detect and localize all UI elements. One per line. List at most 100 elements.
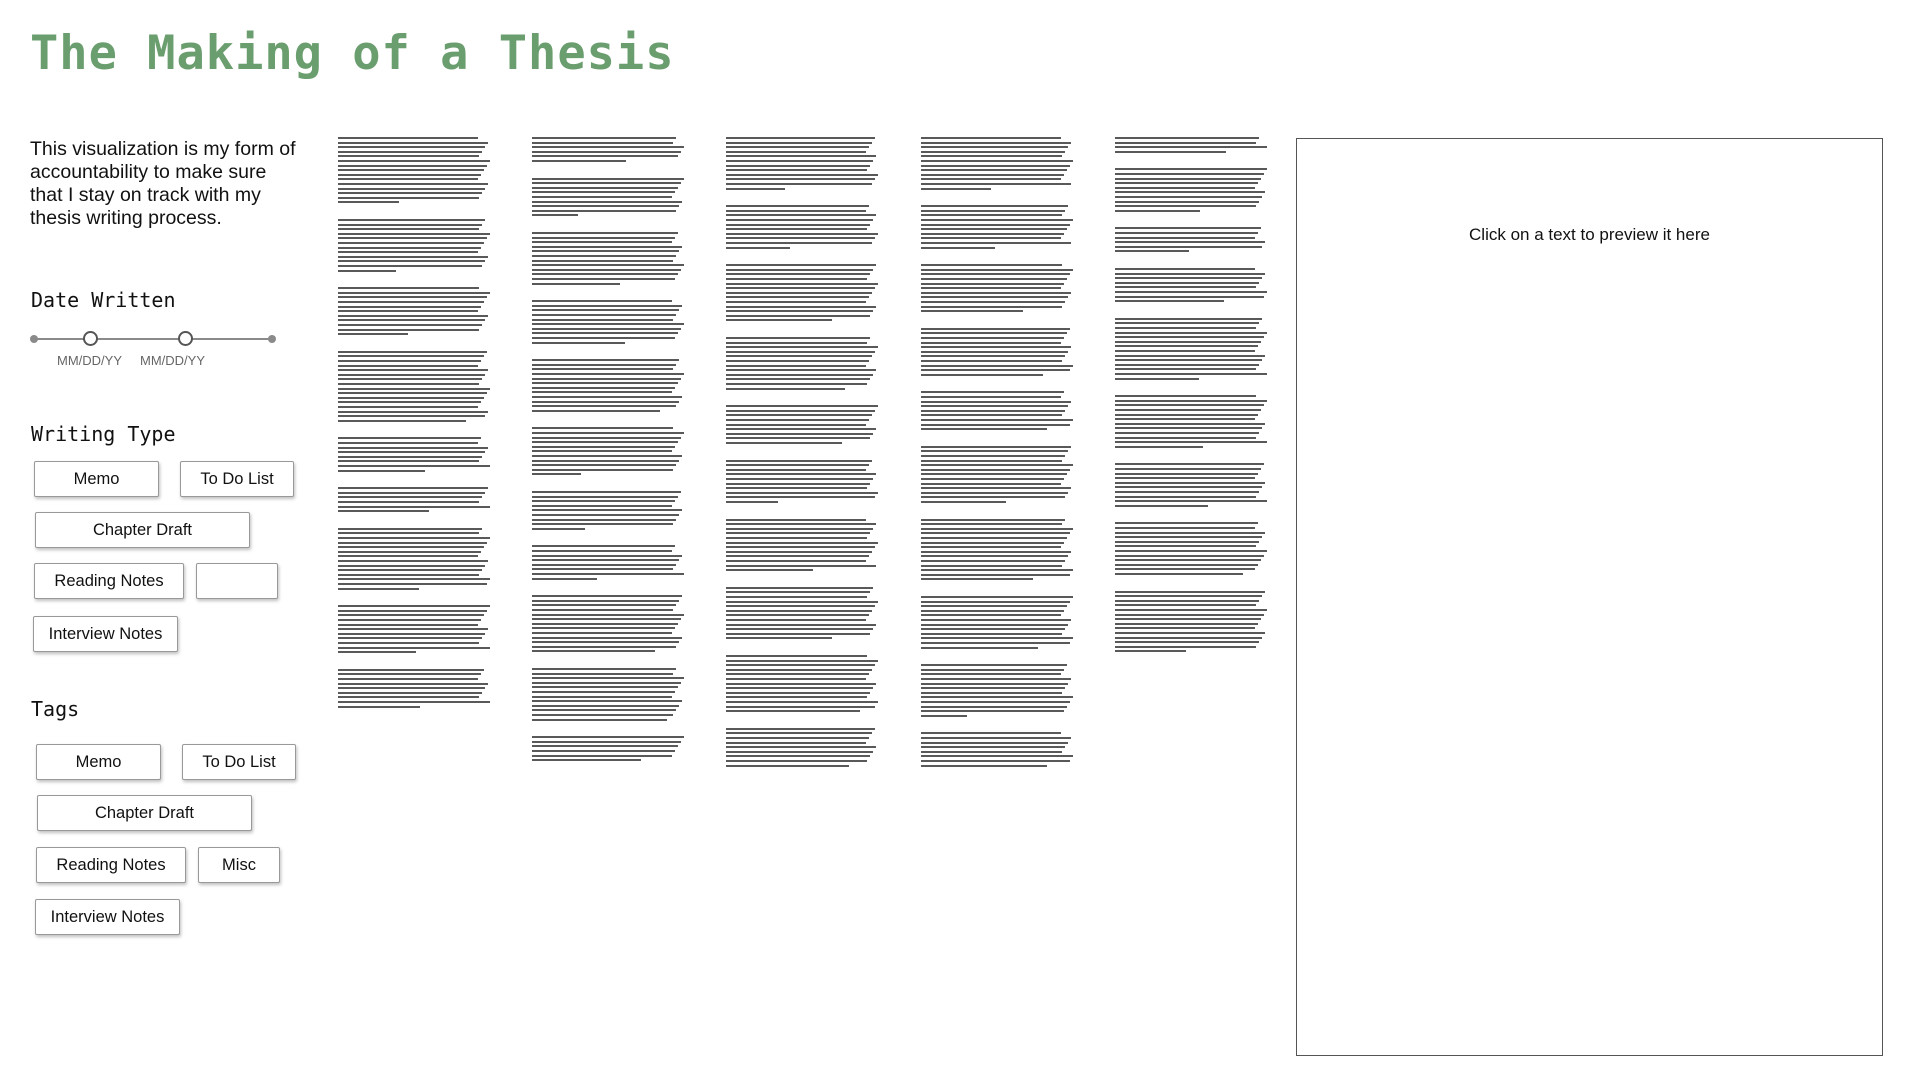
document-text-block[interactable] bbox=[1115, 317, 1267, 382]
document-text-block[interactable] bbox=[1115, 168, 1267, 214]
text-line bbox=[726, 687, 874, 690]
date-range-slider[interactable]: MM/DD/YY MM/DD/YY bbox=[30, 328, 276, 368]
document-text-block[interactable] bbox=[921, 264, 1073, 315]
slider-end-handle[interactable] bbox=[178, 331, 193, 346]
document-text-block[interactable] bbox=[338, 137, 490, 206]
writing-type-todo-button[interactable]: To Do List bbox=[180, 461, 294, 497]
text-line bbox=[1115, 195, 1263, 198]
text-line bbox=[921, 518, 1066, 521]
document-text-block[interactable] bbox=[1115, 590, 1267, 655]
text-line bbox=[726, 459, 872, 462]
document-text-block[interactable] bbox=[921, 391, 1073, 432]
document-text-block[interactable] bbox=[726, 137, 878, 192]
text-line bbox=[338, 682, 489, 685]
end-date-label: MM/DD/YY bbox=[140, 353, 205, 368]
text-line bbox=[532, 409, 660, 412]
document-text-block[interactable] bbox=[338, 437, 490, 474]
text-line bbox=[921, 609, 1064, 612]
tag-reading-notes-button[interactable]: Reading Notes bbox=[36, 847, 186, 883]
text-line bbox=[532, 368, 674, 371]
text-line bbox=[726, 341, 868, 344]
tag-chapter-draft-button[interactable]: Chapter Draft bbox=[37, 795, 252, 831]
slider-start-handle[interactable] bbox=[83, 331, 98, 346]
text-line bbox=[532, 191, 675, 194]
text-line bbox=[338, 700, 490, 703]
document-text-block[interactable] bbox=[726, 655, 878, 715]
tag-todo-button[interactable]: To Do List bbox=[182, 744, 296, 780]
text-line bbox=[921, 532, 1070, 535]
document-text-block[interactable] bbox=[1115, 268, 1267, 305]
document-text-block[interactable] bbox=[532, 359, 684, 414]
document-text-block[interactable] bbox=[338, 350, 490, 425]
document-text-block[interactable] bbox=[726, 518, 878, 574]
document-text-block[interactable] bbox=[1115, 522, 1267, 577]
document-text-block[interactable] bbox=[726, 205, 878, 251]
text-line bbox=[532, 264, 684, 267]
document-text-block[interactable] bbox=[726, 459, 878, 506]
text-line bbox=[921, 178, 1061, 181]
writing-type-memo-button[interactable]: Memo bbox=[34, 461, 159, 497]
document-text-block[interactable] bbox=[726, 264, 878, 324]
text-line bbox=[532, 441, 678, 444]
text-line bbox=[532, 513, 680, 516]
document-text-block[interactable] bbox=[338, 487, 490, 515]
text-line bbox=[921, 155, 1063, 158]
tags-heading: Tags bbox=[31, 697, 80, 721]
text-line bbox=[726, 241, 872, 244]
document-text-block[interactable] bbox=[532, 491, 684, 532]
document-text-block[interactable] bbox=[532, 427, 684, 478]
text-line bbox=[921, 359, 1063, 362]
document-text-block[interactable] bbox=[532, 300, 684, 346]
document-text-block[interactable] bbox=[921, 327, 1073, 379]
text-line bbox=[921, 355, 1066, 358]
document-text-block[interactable] bbox=[532, 736, 684, 764]
document-text-block[interactable] bbox=[532, 137, 684, 165]
writing-type-chapter-draft-button[interactable]: Chapter Draft bbox=[35, 512, 250, 548]
document-text-block[interactable] bbox=[921, 205, 1073, 251]
document-text-block[interactable] bbox=[338, 287, 490, 338]
document-text-block[interactable] bbox=[338, 527, 490, 592]
tag-misc-button[interactable]: Misc bbox=[198, 847, 280, 883]
document-text-block[interactable] bbox=[726, 727, 878, 769]
document-text-block[interactable] bbox=[532, 545, 684, 582]
tag-interview-notes-button[interactable]: Interview Notes bbox=[35, 899, 180, 935]
document-text-block[interactable] bbox=[921, 137, 1073, 192]
text-line bbox=[1115, 172, 1264, 175]
text-line bbox=[1115, 231, 1258, 234]
document-text-block[interactable] bbox=[1115, 227, 1267, 255]
text-line bbox=[726, 382, 868, 385]
text-line bbox=[532, 595, 683, 598]
document-text-block[interactable] bbox=[338, 219, 490, 274]
text-line bbox=[338, 314, 489, 317]
document-text-block[interactable] bbox=[532, 668, 684, 723]
document-text-block[interactable] bbox=[921, 596, 1073, 651]
document-text-block[interactable] bbox=[338, 605, 490, 656]
document-text-block[interactable] bbox=[1115, 395, 1267, 450]
document-text-block[interactable] bbox=[921, 664, 1073, 719]
document-column bbox=[921, 137, 1073, 1047]
text-line bbox=[1115, 563, 1258, 566]
text-line bbox=[921, 496, 1066, 499]
text-line bbox=[726, 228, 868, 231]
document-text-block[interactable] bbox=[726, 586, 878, 642]
text-line bbox=[338, 269, 396, 272]
text-line bbox=[726, 710, 860, 713]
writing-type-reading-notes-button[interactable]: Reading Notes bbox=[34, 563, 184, 599]
tag-memo-button[interactable]: Memo bbox=[36, 744, 161, 780]
document-text-block[interactable] bbox=[921, 445, 1073, 506]
text-line bbox=[532, 300, 672, 303]
document-text-block[interactable] bbox=[921, 518, 1073, 583]
document-text-block[interactable] bbox=[726, 405, 878, 446]
document-text-block[interactable] bbox=[532, 595, 684, 655]
slider-end-dot bbox=[268, 335, 276, 343]
document-text-block[interactable] bbox=[338, 668, 490, 710]
document-text-block[interactable] bbox=[532, 232, 684, 287]
text-line bbox=[338, 310, 478, 313]
document-text-block[interactable] bbox=[532, 177, 684, 219]
document-text-block[interactable] bbox=[1115, 463, 1267, 509]
writing-type-interview-notes-button[interactable]: Interview Notes bbox=[33, 616, 178, 652]
document-text-block[interactable] bbox=[921, 732, 1073, 769]
document-text-block[interactable] bbox=[726, 337, 878, 392]
writing-type-blank-button[interactable] bbox=[196, 563, 278, 599]
document-text-block[interactable] bbox=[1115, 137, 1267, 155]
